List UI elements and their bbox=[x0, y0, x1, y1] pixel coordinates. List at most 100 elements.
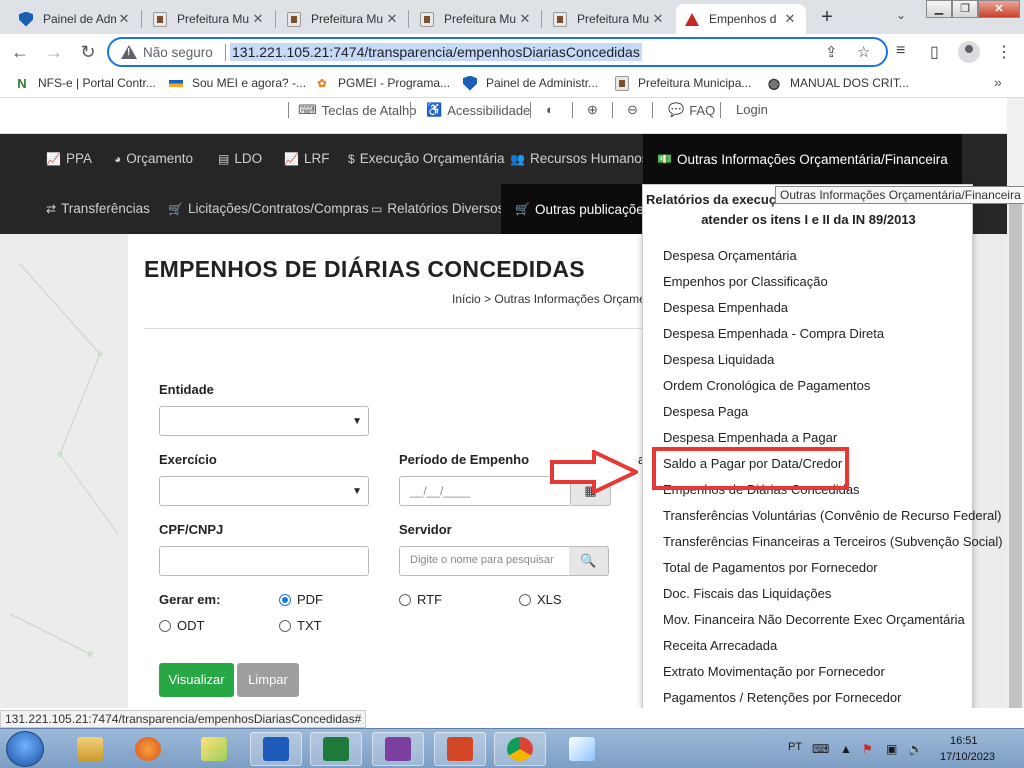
nav-transferencias[interactable]: ⇄ Transferências bbox=[46, 201, 150, 216]
browser-tab[interactable]: Prefeitura Mu ✕ bbox=[144, 4, 274, 34]
browser-tab[interactable]: Prefeitura Mu ✕ bbox=[411, 4, 541, 34]
servidor-search-button[interactable]: 🔍 bbox=[569, 546, 609, 576]
cpf-input[interactable] bbox=[159, 546, 369, 576]
dropdown-item[interactable]: Pagamentos / Retenções por Fornecedor bbox=[663, 690, 901, 705]
nav-ldo[interactable]: ▤ LDO bbox=[218, 151, 262, 166]
servidor-input[interactable]: Digite o nome para pesquisar bbox=[399, 546, 571, 576]
dropdown-item[interactable]: Despesa Empenhada - Compra Direta bbox=[663, 326, 884, 341]
bookmarks-more-icon[interactable]: » bbox=[994, 74, 1002, 90]
action-center-flag-icon[interactable]: ⚑ bbox=[862, 742, 873, 756]
dropdown-item[interactable]: Despesa Paga bbox=[663, 404, 748, 419]
bookmark-item[interactable]: Sou MEI e agora? -... bbox=[168, 75, 306, 91]
scrollbar-thumb[interactable] bbox=[1009, 186, 1022, 708]
url-text[interactable]: 131.221.105.21:7474/transparencia/empenh… bbox=[230, 43, 642, 61]
close-icon[interactable]: ✕ bbox=[517, 11, 533, 27]
dropdown-item[interactable]: Receita Arrecadada bbox=[663, 638, 777, 653]
dropdown-item[interactable]: Doc. Fiscais das Liquidações bbox=[663, 586, 831, 601]
new-tab-button[interactable]: + bbox=[816, 6, 838, 28]
nav-relatorios-diversos[interactable]: ▭ Relatórios Diversos bbox=[371, 201, 504, 216]
radio-pdf[interactable]: PDF bbox=[279, 592, 323, 607]
bookmark-item[interactable]: N NFS-e | Portal Contr... bbox=[14, 75, 156, 91]
bookmark-item[interactable]: ✿ PGMEI - Programa... bbox=[314, 75, 450, 91]
browser-tab[interactable]: Prefeitura Mu ✕ bbox=[544, 4, 674, 34]
taskbar-explorer[interactable] bbox=[64, 732, 116, 766]
nav-outras-publicacoes[interactable]: 🛒 Outras publicações bbox=[501, 184, 665, 234]
tab-search-chevron-icon[interactable]: ⌄ bbox=[896, 8, 906, 22]
menu-kebab-icon[interactable]: ⋮ bbox=[996, 42, 1012, 62]
taskbar-word[interactable] bbox=[250, 732, 302, 766]
nav-outras-informacoes[interactable]: 💵 Outras Informações Orçamentária/Finance… bbox=[643, 134, 962, 184]
taskbar-paint[interactable] bbox=[556, 732, 608, 766]
dropdown-item[interactable]: Mov. Financeira Não Decorrente Exec Orça… bbox=[663, 612, 965, 627]
accessibility-link[interactable]: ♿ Acessibilidade bbox=[426, 102, 530, 118]
nav-recursos-humanos[interactable]: 👥 Recursos Humanos bbox=[510, 151, 649, 166]
dropdown-item[interactable]: Total de Pagamentos por Fornecedor bbox=[663, 560, 878, 575]
forward-arrow-icon[interactable]: → bbox=[42, 40, 66, 64]
browser-tab[interactable]: Prefeitura Mu ✕ bbox=[278, 4, 408, 34]
zoom-in-button[interactable]: ⊕ bbox=[587, 102, 603, 118]
close-icon[interactable]: ✕ bbox=[782, 11, 798, 27]
nav-lrf[interactable]: 📈 LRF bbox=[284, 151, 329, 166]
visualizar-button[interactable]: Visualizar bbox=[159, 663, 234, 697]
start-button[interactable] bbox=[6, 731, 44, 767]
dropdown-item[interactable]: Transferências Voluntárias (Convênio de … bbox=[663, 508, 1001, 523]
taskbar-onenote[interactable] bbox=[372, 732, 424, 766]
periodo-inicio-input[interactable]: __/__/____ bbox=[399, 476, 571, 506]
nav-execucao-orcamentaria[interactable]: $ Execução Orçamentária bbox=[348, 151, 505, 166]
nav-licitacoes[interactable]: 🛒 Licitações/Contratos/Compras bbox=[168, 201, 369, 216]
taskbar-folder[interactable] bbox=[188, 732, 240, 766]
login-link[interactable]: Login bbox=[736, 102, 768, 117]
dropdown-item[interactable]: Transferências Financeiras a Terceiros (… bbox=[663, 534, 1003, 549]
warning-icon[interactable] bbox=[121, 45, 137, 59]
reload-icon[interactable]: ↻ bbox=[76, 40, 100, 64]
clock-date[interactable]: 17/10/2023 bbox=[940, 751, 995, 763]
keyboard-icon[interactable]: ⌨ bbox=[812, 742, 829, 756]
taskbar-powerpoint[interactable] bbox=[434, 732, 486, 766]
close-icon[interactable]: ✕ bbox=[116, 11, 132, 27]
limpar-button[interactable]: Limpar bbox=[237, 663, 299, 697]
nav-ppa[interactable]: 📈 PPA bbox=[46, 151, 92, 166]
profile-avatar[interactable] bbox=[958, 41, 980, 63]
taskbar-excel[interactable] bbox=[310, 732, 362, 766]
entidade-select[interactable]: ▼ bbox=[159, 406, 369, 436]
address-bar[interactable]: Não seguro 131.221.105.21:7474/transpare… bbox=[107, 37, 888, 67]
back-arrow-icon[interactable]: ← bbox=[8, 40, 32, 64]
dropdown-item[interactable]: Empenhos por Classificação bbox=[663, 274, 828, 289]
bookmark-item[interactable]: ◍ MANUAL DOS CRIT... bbox=[766, 75, 909, 91]
breadcrumb[interactable]: Início > Outras Informações Orçamentári bbox=[452, 292, 669, 306]
contrast-button[interactable]: ◐ bbox=[546, 102, 559, 117]
close-icon[interactable]: ✕ bbox=[650, 11, 666, 27]
radio-txt[interactable]: TXT bbox=[279, 618, 322, 633]
faq-link[interactable]: 💬 FAQ bbox=[668, 102, 715, 118]
window-close-button[interactable]: ✕ bbox=[978, 0, 1020, 18]
minimize-button[interactable]: ▁ bbox=[926, 0, 952, 18]
language-indicator[interactable]: PT bbox=[788, 741, 802, 753]
bookmark-item[interactable]: Painel de Administr... bbox=[462, 75, 598, 91]
media-control-icon[interactable]: ≡ bbox=[896, 42, 905, 60]
network-icon[interactable]: ▣ bbox=[886, 742, 897, 756]
volume-icon[interactable]: 🔈 bbox=[908, 742, 923, 756]
browser-tab-active[interactable]: Empenhos d ✕ bbox=[676, 4, 806, 34]
share-icon[interactable]: ⇪ bbox=[825, 43, 838, 61]
zoom-out-button[interactable]: ⊖ bbox=[627, 102, 643, 118]
dropdown-item[interactable]: Despesa Liquidada bbox=[663, 352, 774, 367]
close-icon[interactable]: ✕ bbox=[250, 11, 266, 27]
dropdown-item[interactable]: Despesa Empenhada a Pagar bbox=[663, 430, 837, 445]
dropdown-item[interactable]: Despesa Empenhada bbox=[663, 300, 788, 315]
clock-time[interactable]: 16:51 bbox=[950, 735, 978, 747]
radio-odt[interactable]: ODT bbox=[159, 618, 204, 633]
bookmark-star-icon[interactable]: ☆ bbox=[857, 43, 870, 61]
dropdown-item[interactable]: Extrato Movimentação por Fornecedor bbox=[663, 664, 885, 679]
side-panel-icon[interactable]: ▯ bbox=[930, 42, 939, 62]
browser-tab[interactable]: Painel de Adm ✕ bbox=[10, 4, 140, 34]
nav-orcamento[interactable]: ◕ Orçamento bbox=[114, 151, 193, 166]
close-icon[interactable]: ✕ bbox=[384, 11, 400, 27]
tray-up-icon[interactable]: ▲ bbox=[840, 742, 852, 756]
shortcut-keys-link[interactable]: ⌨ Teclas de Atalho bbox=[298, 102, 416, 118]
taskbar-media-player[interactable] bbox=[122, 732, 174, 766]
exercicio-select[interactable]: ▼ bbox=[159, 476, 369, 506]
bookmark-item[interactable]: Prefeitura Municipa... bbox=[614, 75, 751, 91]
dropdown-item[interactable]: Ordem Cronológica de Pagamentos bbox=[663, 378, 870, 393]
security-label[interactable]: Não seguro bbox=[143, 45, 213, 60]
taskbar-chrome[interactable] bbox=[494, 732, 546, 766]
